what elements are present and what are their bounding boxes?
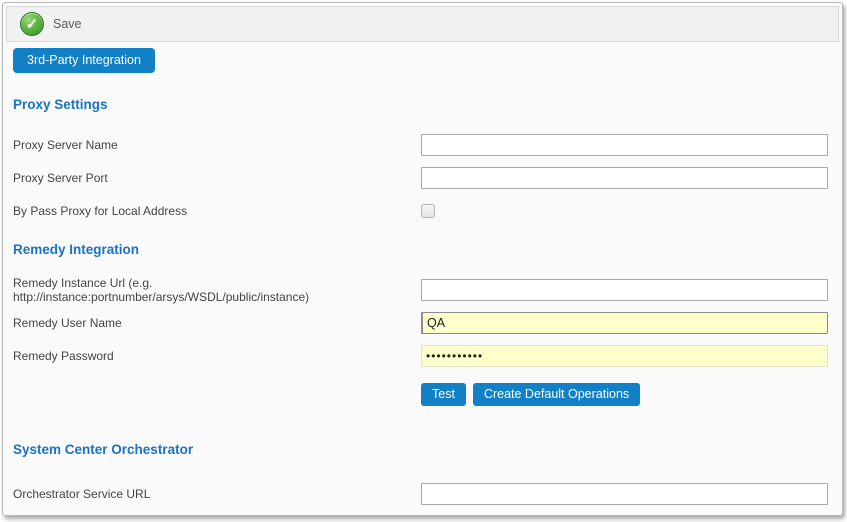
orchestrator-service-url-label: Orchestrator Service URL <box>13 487 421 501</box>
create-default-operations-button[interactable]: Create Default Operations <box>473 383 640 406</box>
proxy-server-port-label: Proxy Server Port <box>13 171 421 185</box>
proxy-server-name-label: Proxy Server Name <box>13 138 421 152</box>
check-circle-icon: ✓ <box>20 12 44 36</box>
tab-3rd-party-integration[interactable]: 3rd-Party Integration <box>13 48 155 73</box>
settings-window: ✓ Save 3rd-Party Integration Proxy Setti… <box>2 2 843 516</box>
remedy-instance-url-input[interactable] <box>421 279 828 301</box>
section-title-proxy-settings: Proxy Settings <box>13 97 828 113</box>
remedy-instance-url-label: Remedy Instance Url (e.g. http://instanc… <box>13 276 421 304</box>
orchestrator-service-url-input[interactable] <box>421 483 828 505</box>
remedy-actions: Test Create Default Operations <box>421 383 828 406</box>
form-row: Orchestrator Service URL <box>13 483 828 505</box>
form-row: Remedy User Name <box>13 312 828 334</box>
form-row: Remedy Password <box>13 345 828 367</box>
section-title-system-center-orchestrator: System Center Orchestrator <box>13 442 828 458</box>
bypass-proxy-checkbox[interactable] <box>421 204 435 218</box>
test-button[interactable]: Test <box>421 383 466 406</box>
proxy-server-name-input[interactable] <box>421 134 828 156</box>
proxy-server-port-input[interactable] <box>421 167 828 189</box>
remedy-password-label: Remedy Password <box>13 349 421 363</box>
save-button[interactable]: ✓ Save <box>20 12 82 36</box>
remedy-user-name-label: Remedy User Name <box>13 316 421 330</box>
form-row: By Pass Proxy for Local Address <box>13 200 828 222</box>
remedy-user-name-input[interactable] <box>421 312 828 334</box>
form-row: Proxy Server Name <box>13 134 828 156</box>
form-row: Proxy Server Port <box>13 167 828 189</box>
remedy-password-input[interactable] <box>421 345 828 367</box>
form-row: Remedy Instance Url (e.g. http://instanc… <box>13 279 828 301</box>
bypass-proxy-label: By Pass Proxy for Local Address <box>13 204 421 218</box>
save-button-label: Save <box>53 17 82 31</box>
settings-form: Proxy Settings Proxy Server Name Proxy S… <box>3 97 842 505</box>
toolbar: ✓ Save <box>6 6 839 42</box>
section-title-remedy-integration: Remedy Integration <box>13 242 828 258</box>
